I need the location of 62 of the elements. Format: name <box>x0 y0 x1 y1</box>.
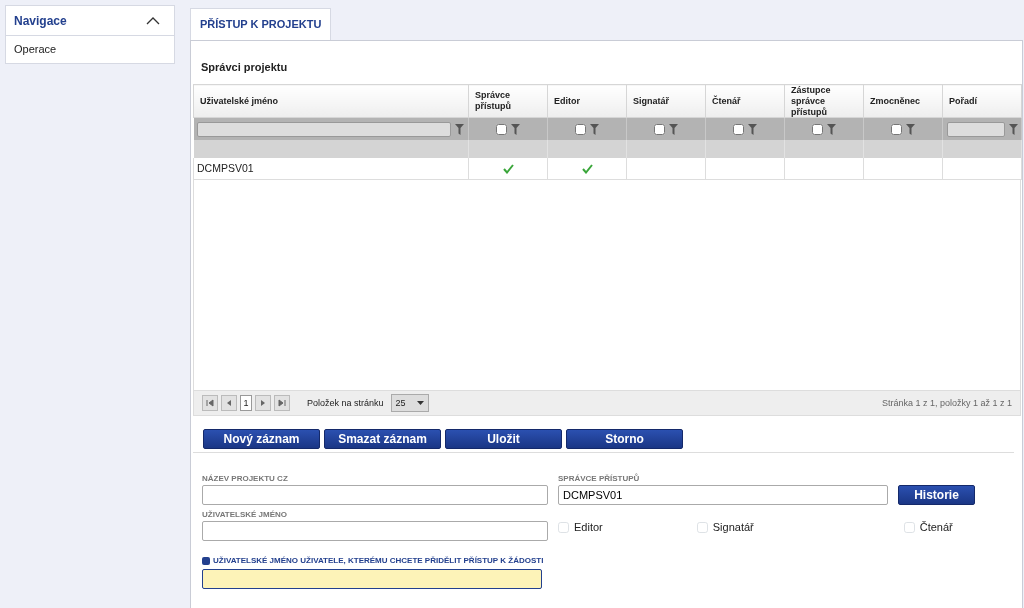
next-page-icon <box>259 399 267 408</box>
column-header[interactable]: Signatář <box>626 84 706 118</box>
filter-icon[interactable] <box>1008 123 1018 135</box>
filter-checkbox[interactable] <box>891 123 902 135</box>
table-cell: DCMPSV01 <box>197 161 254 174</box>
checkbox[interactable] <box>696 521 708 533</box>
first-page-button[interactable] <box>202 395 218 412</box>
field-label: UŽIVATELSKÉ JMÉNO <box>202 509 289 520</box>
filter-checkbox[interactable] <box>496 123 507 135</box>
filter-icon[interactable] <box>748 123 757 135</box>
sidebar-item[interactable]: Operace <box>6 36 174 63</box>
page-size-label: Položek na stránku <box>307 396 384 410</box>
column-header[interactable]: Zástupce správce přístupů <box>784 84 864 118</box>
history-button[interactable]: Historie <box>898 485 975 506</box>
filter-icon[interactable] <box>511 123 520 135</box>
filter-icon[interactable] <box>455 123 465 135</box>
filter-checkbox[interactable] <box>575 123 586 135</box>
action-button[interactable]: Smazat záznam <box>324 429 441 450</box>
input-field[interactable] <box>202 569 542 590</box>
next-page-button[interactable] <box>255 395 271 412</box>
input-field[interactable] <box>202 485 548 506</box>
filter-checkbox[interactable] <box>733 123 744 135</box>
filter-checkbox[interactable] <box>812 123 823 135</box>
filter-field[interactable] <box>946 121 1005 137</box>
column-header[interactable]: Zmocněnec <box>863 84 943 118</box>
checkbox-label: Signatář <box>712 520 754 536</box>
checkbox-label: Čtenář <box>919 520 953 536</box>
field-label: NÁZEV PROJEKTU CZ <box>202 473 289 484</box>
previous-page-button[interactable] <box>221 395 237 412</box>
input-field[interactable] <box>202 521 548 542</box>
input-field[interactable]: DCMPSV01 <box>558 485 888 506</box>
filter-icon[interactable] <box>669 123 678 135</box>
filter-icon[interactable] <box>906 123 915 135</box>
page-size-dropdown[interactable]: 25 <box>390 394 429 413</box>
field-label: SPRÁVCE PŘÍSTUPŮ <box>558 473 641 484</box>
column-header[interactable]: Pořadí <box>942 84 1022 118</box>
last-page-icon <box>278 399 286 408</box>
column-header[interactable]: Editor <box>547 84 627 118</box>
column-header[interactable]: Uživatelské jméno <box>193 84 469 118</box>
filter-icon[interactable] <box>590 123 599 135</box>
action-button[interactable]: Uložit <box>445 429 562 450</box>
checkbox[interactable] <box>558 521 569 533</box>
checkbox[interactable] <box>903 521 915 533</box>
column-header[interactable]: Čtenář <box>705 84 785 118</box>
last-page-button[interactable] <box>274 395 290 412</box>
page-number-field[interactable]: 1 <box>240 395 252 412</box>
first-page-icon <box>206 399 214 408</box>
tab[interactable]: PŘÍSTUP K PROJEKTU <box>190 8 332 40</box>
chevron-up-icon[interactable] <box>146 17 160 26</box>
filter-icon[interactable] <box>827 123 836 135</box>
checkbox-label: Editor <box>574 520 603 536</box>
pager-summary: Stránka 1 z 1, položky 1 až 1 z 1 <box>881 396 1012 410</box>
previous-page-icon <box>225 399 233 408</box>
filter-field[interactable] <box>197 121 452 137</box>
filter-checkbox[interactable] <box>654 123 665 135</box>
sidebar-title: Navigace <box>14 12 67 30</box>
action-button[interactable]: Storno <box>566 429 683 450</box>
column-header[interactable]: Správce přístupů <box>468 84 548 118</box>
action-button[interactable]: Nový záznam <box>203 429 320 450</box>
field-label: UŽIVATELSKÉ JMÉNO UŽIVATELE, KTERÉMU CHCETE PŘIDĚLIT PŘÍSTUP K ŽÁDOSTI <box>213 556 544 566</box>
grid-title: Správci projektu <box>200 59 289 75</box>
caret-down-icon <box>416 401 424 406</box>
